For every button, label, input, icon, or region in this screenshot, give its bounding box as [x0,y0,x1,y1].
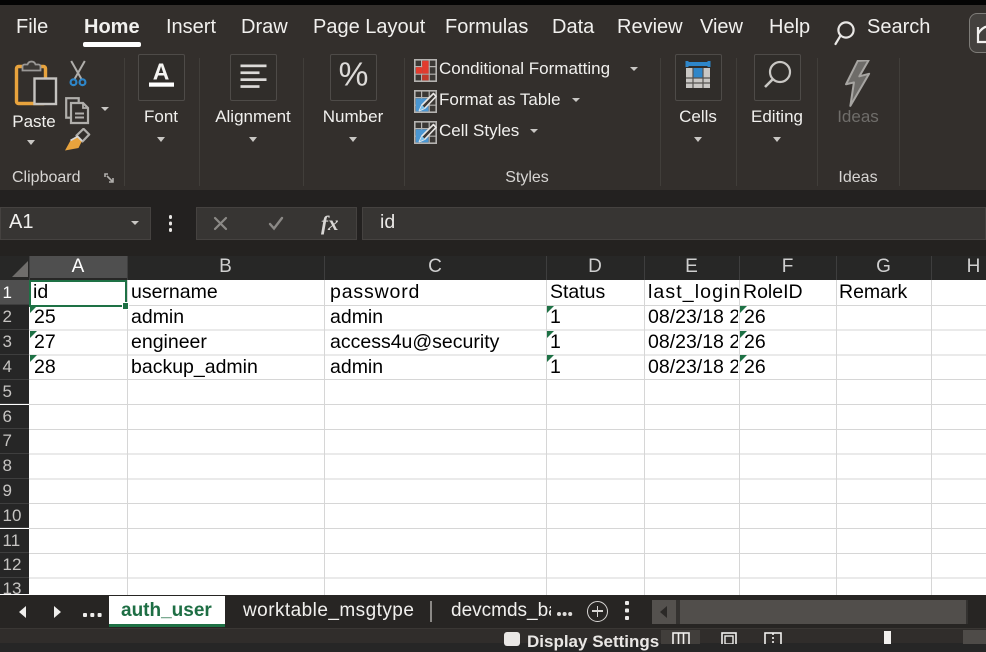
svg-text:A: A [153,59,170,85]
svg-text:%: % [339,57,369,94]
